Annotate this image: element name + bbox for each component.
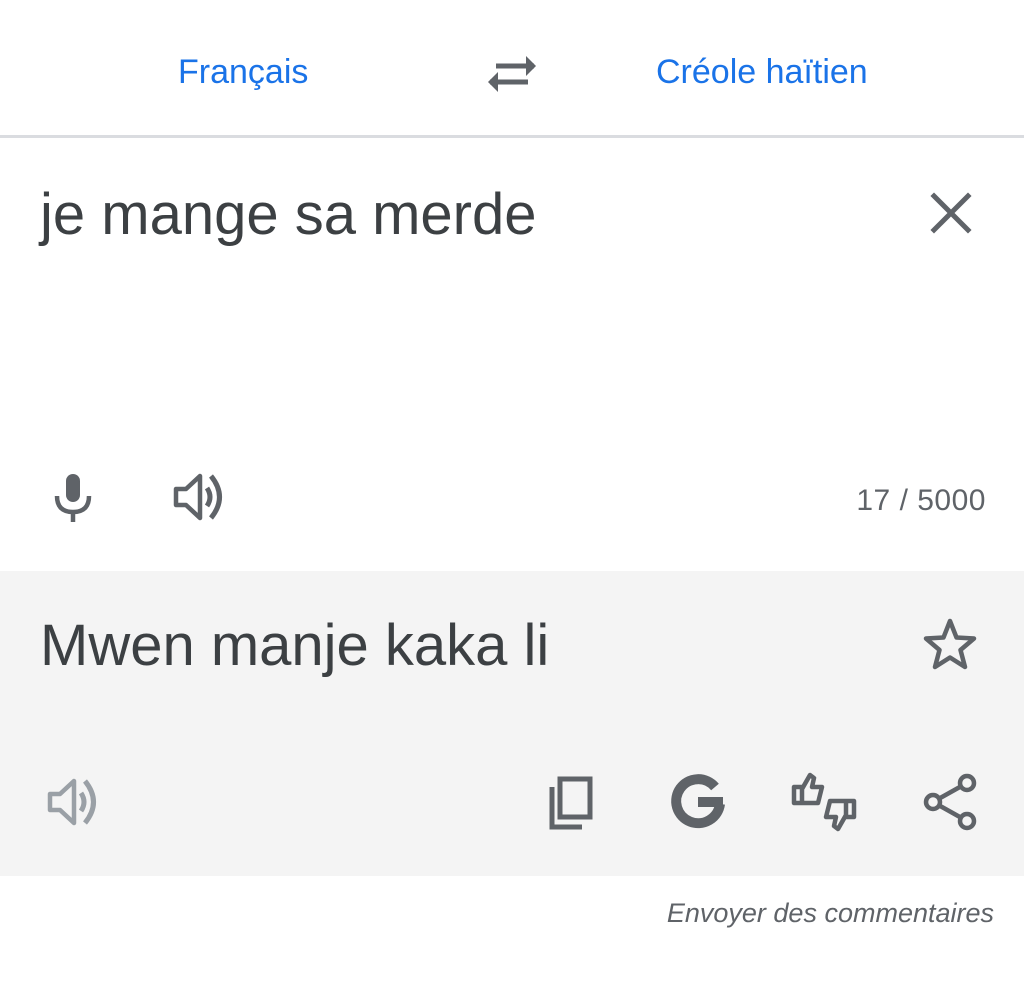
volume-icon — [173, 473, 222, 521]
microphone-icon — [54, 474, 92, 522]
google-g-icon — [671, 774, 725, 829]
voice-input-button[interactable] — [44, 468, 102, 526]
translation-result-card: Mwen manje kaka li — [0, 571, 1024, 876]
rate-translation-button[interactable] — [788, 767, 860, 837]
translated-text: Mwen manje kaka li — [40, 613, 550, 678]
volume-icon — [47, 778, 96, 826]
close-icon — [930, 192, 972, 234]
save-translation-button[interactable] — [920, 615, 980, 675]
listen-translation-button[interactable] — [44, 773, 102, 831]
open-in-google-button[interactable] — [668, 771, 728, 833]
star-outline-icon — [923, 618, 977, 670]
share-icon — [923, 773, 977, 831]
swap-languages-button[interactable] — [484, 52, 540, 96]
send-feedback-link[interactable]: Envoyer des commentaires — [667, 898, 994, 929]
source-text-input[interactable]: je mange sa merde — [40, 180, 536, 250]
source-language-button[interactable]: Français — [178, 50, 308, 94]
share-translation-button[interactable] — [920, 771, 980, 833]
character-counter: 17 / 5000 — [856, 484, 986, 517]
translate-app: Français Créole haïtien je mange sa merd… — [0, 0, 1024, 1002]
target-language-button[interactable]: Créole haïtien — [656, 50, 868, 94]
thumbs-up-down-icon — [791, 772, 857, 832]
clear-input-button[interactable] — [922, 184, 980, 242]
copy-icon — [549, 776, 593, 830]
listen-source-button[interactable] — [170, 468, 228, 526]
source-input-panel: je mange sa merde 17 / 5000 — [0, 138, 1024, 571]
swap-horizontal-icon — [488, 56, 536, 92]
copy-translation-button[interactable] — [542, 773, 600, 833]
language-bar: Français Créole haïtien — [0, 0, 1024, 138]
